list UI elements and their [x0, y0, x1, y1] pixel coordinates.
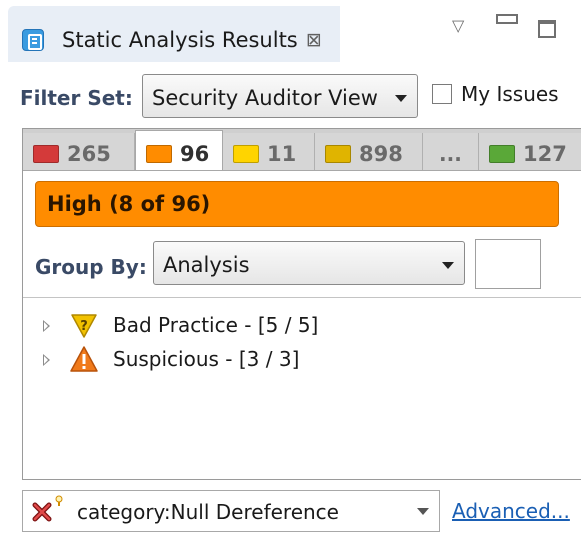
filter-set-dropdown[interactable]: Security Auditor View [142, 74, 418, 118]
chevron-down-icon[interactable] [417, 508, 429, 515]
view-tab[interactable]: Static Analysis Results ⊠ [8, 6, 340, 62]
tab-info[interactable]: 127 [479, 133, 581, 170]
more-tabs-label: ... [439, 142, 462, 166]
critical-swatch-icon [33, 145, 59, 163]
severity-banner-text: High (8 of 96) [47, 192, 211, 216]
tab-more[interactable]: ... [423, 133, 479, 170]
clear-filter-icon[interactable] [31, 501, 53, 523]
low-swatch-icon [325, 145, 351, 163]
tab-medium[interactable]: 11 [223, 133, 315, 170]
group-by-label: Group By: [35, 255, 147, 279]
minimize-icon[interactable] [496, 14, 518, 24]
filter-row: Filter Set: Security Auditor View My Iss… [0, 70, 581, 122]
tree-item-label: Suspicious - [3 / 3] [113, 347, 300, 371]
lightbulb-icon [55, 495, 63, 506]
severity-banner: High (8 of 96) [35, 181, 559, 227]
chevron-down-icon [442, 262, 454, 269]
tab-critical[interactable]: 265 [23, 133, 135, 170]
filter-set-value: Security Auditor View [152, 86, 378, 110]
results-panel: 265 96 11 898 ... 127 High (8 of 96) Gro… [22, 128, 581, 480]
group-by-value: Analysis [163, 253, 250, 277]
view-menu-icon[interactable]: ▽ [452, 16, 464, 36]
chevron-down-icon [395, 95, 407, 102]
group-by-dropdown[interactable]: Analysis [153, 241, 465, 285]
tab-low[interactable]: 898 [315, 133, 423, 170]
svg-text:?: ? [80, 319, 88, 334]
suspicious-icon [70, 346, 98, 372]
severity-tabs: 265 96 11 898 ... 127 [23, 129, 581, 171]
close-view-icon[interactable]: ⊠ [306, 28, 322, 52]
tab-count: 11 [267, 142, 297, 166]
high-swatch-icon [146, 145, 172, 163]
divider [23, 297, 581, 298]
tab-count: 898 [359, 142, 403, 166]
tab-count: 265 [67, 142, 111, 166]
filter-set-label: Filter Set: [20, 86, 133, 110]
expand-arrow-icon[interactable] [43, 354, 50, 366]
info-swatch-icon [489, 145, 515, 163]
tab-count: 127 [523, 142, 567, 166]
advanced-link[interactable]: Advanced... [452, 499, 570, 523]
my-issues-label[interactable]: My Issues [461, 82, 559, 106]
bad-practice-icon: ? [71, 314, 97, 338]
medium-swatch-icon [233, 145, 259, 163]
expand-arrow-icon[interactable] [43, 320, 50, 332]
view-tab-strip: Static Analysis Results ⊠ ▽ [0, 0, 581, 62]
search-value: category:Null Dereference [77, 500, 339, 524]
tab-high[interactable]: 96 [135, 130, 223, 170]
my-issues-checkbox[interactable] [432, 84, 452, 104]
group-options-box[interactable] [475, 239, 541, 289]
maximize-icon[interactable] [538, 20, 556, 38]
view-title: Static Analysis Results [62, 28, 298, 52]
search-filter-input[interactable]: category:Null Dereference [22, 490, 440, 532]
tree-item-label: Bad Practice - [5 / 5] [113, 313, 319, 337]
static-analysis-view-icon [22, 29, 44, 51]
tab-count: 96 [180, 142, 210, 166]
